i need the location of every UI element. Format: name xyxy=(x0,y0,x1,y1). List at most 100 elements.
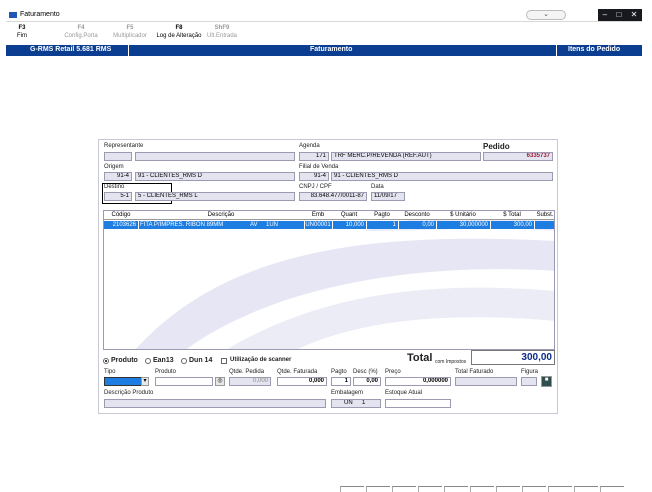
cell-desconto: 0,00 xyxy=(422,222,434,228)
cnpj-field: 83.648.477/0011-87 xyxy=(299,192,367,201)
fkey-f3-button[interactable]: F3 Fim xyxy=(6,24,38,40)
taskbar-item[interactable] xyxy=(418,486,442,492)
desc-input[interactable]: 0,00 xyxy=(353,377,381,386)
close-button[interactable]: ✕ xyxy=(631,9,638,21)
taskbar-item[interactable] xyxy=(392,486,416,492)
minimize-button[interactable]: – xyxy=(603,9,607,21)
data-label: Data xyxy=(371,184,384,190)
estoque-field xyxy=(385,399,451,408)
dun14-radio[interactable] xyxy=(181,358,187,364)
taskbar-item[interactable] xyxy=(548,486,572,492)
data-field: 11/09/17 xyxy=(371,192,405,201)
fkey-f4-button[interactable]: F4 Config.Porta xyxy=(58,24,104,40)
taskbar-item[interactable] xyxy=(574,486,598,492)
cell-descricao-av: AV xyxy=(250,222,258,228)
col-unitario[interactable]: $ Unitário xyxy=(436,211,490,220)
fkey-f8-key: F8 xyxy=(175,25,183,31)
descricao-produto-field xyxy=(104,399,326,408)
tipo-dropdown-chevron-icon[interactable]: ▾ xyxy=(141,377,149,386)
col-total[interactable]: $ Total xyxy=(490,211,534,220)
agenda-label: Agenda xyxy=(299,143,320,149)
col-pagto[interactable]: Pagto xyxy=(366,211,398,220)
qtde-faturada-input[interactable]: 0,000 xyxy=(277,377,327,386)
scanner-checkbox[interactable] xyxy=(221,358,227,364)
fkey-f8-label: Log de Alteração xyxy=(156,33,202,39)
fkey-f5-key: F5 xyxy=(126,25,134,31)
tipo-label: Tipo xyxy=(104,369,116,375)
pagto-input[interactable]: 1 xyxy=(331,377,351,386)
estoque-label: Estoque Atual xyxy=(385,390,423,396)
total-faturado-field xyxy=(455,377,517,386)
order-panel: Representante Agenda 171 TRF MERC.P/REVE… xyxy=(98,139,558,414)
fkey-f4-key: F4 xyxy=(77,25,85,31)
produto-radio[interactable] xyxy=(103,358,109,364)
scanner-checkbox-label: Utilização de scanner xyxy=(230,357,292,363)
origem-name-field: 91 - CLIENTES_RMS D xyxy=(135,172,295,181)
cell-codigo: 2103626 xyxy=(112,222,136,228)
taskbar-item[interactable] xyxy=(366,486,390,492)
cell-subst xyxy=(534,221,554,229)
fkey-f5-button[interactable]: F5 Multiplicador xyxy=(106,24,154,40)
fkey-shf9-button[interactable]: ShF9 Ult.Entrada xyxy=(202,24,242,40)
fkey-f4-label: Config.Porta xyxy=(64,33,98,39)
col-quant[interactable]: Quant xyxy=(332,211,366,220)
taskbar-strip xyxy=(6,486,642,492)
taskbar-item[interactable] xyxy=(470,486,494,492)
origem-code-field[interactable]: 91-4 xyxy=(104,172,132,181)
preco-input[interactable]: 0,000000 xyxy=(385,377,451,386)
cell-quant: 10,000 xyxy=(345,222,364,228)
divider xyxy=(556,45,557,56)
embalagem-unit: UN xyxy=(344,400,353,406)
binoculars-search-icon[interactable]: ◎ xyxy=(215,377,225,386)
divider xyxy=(138,221,139,229)
fkey-f3-key: F3 xyxy=(18,25,26,31)
preco-label: Preço xyxy=(385,369,401,375)
taskbar-item[interactable] xyxy=(340,486,364,492)
fkey-shf9-label: Ult.Entrada xyxy=(206,33,237,39)
pedido-field: 6335737 xyxy=(483,152,553,161)
app-icon xyxy=(9,12,17,18)
embalagem-label: Embalagem xyxy=(331,390,364,396)
fkey-f5-label: Multiplicador xyxy=(113,33,147,39)
fkey-f8-button[interactable]: F8 Log de Alteração xyxy=(152,24,206,40)
cell-pagto: 1 xyxy=(392,222,396,228)
module-header-bar: G-RMS Retail 5.681 RMS Faturamento Itens… xyxy=(6,45,642,56)
dun14-radio-label: Dun 14 xyxy=(189,357,213,364)
col-emb[interactable]: Emb xyxy=(304,211,332,220)
origem-label: Origem xyxy=(104,164,124,170)
window-controls: – □ ✕ xyxy=(598,9,642,21)
col-subst[interactable]: Subst. xyxy=(534,211,554,220)
taskbar-item[interactable] xyxy=(496,486,520,492)
cell-descricao: FITA P/IMPRES. RIBON 89MM xyxy=(140,222,224,228)
produto-label: Produto xyxy=(155,369,177,375)
col-descricao[interactable]: Descrição xyxy=(138,211,304,220)
fkey-shf9-key: ShF9 xyxy=(214,25,230,31)
maximize-button[interactable]: □ xyxy=(616,9,621,21)
col-desconto[interactable]: Desconto xyxy=(398,211,436,220)
representante-label: Representante xyxy=(104,143,144,149)
representante-code-field[interactable] xyxy=(104,152,132,161)
col-codigo[interactable]: Código xyxy=(104,211,138,220)
table-row[interactable]: 2103626 FITA P/IMPRES. RIBON 89MM AV 1 UN… xyxy=(104,221,554,229)
items-table[interactable]: Código Descrição Emb Quant Pagto Descont… xyxy=(103,210,555,350)
ean13-radio[interactable] xyxy=(145,358,151,364)
tipo-select[interactable] xyxy=(104,377,142,386)
agenda-code-field[interactable]: 171 xyxy=(299,152,329,161)
taskbar-item[interactable] xyxy=(522,486,546,492)
taskbar-item[interactable] xyxy=(444,486,468,492)
cell-emb: UN00001 xyxy=(305,222,331,228)
produto-radio-label: Produto xyxy=(111,357,138,364)
total-value-field: 300,00 xyxy=(471,350,555,365)
destino-code-field[interactable]: 5-1 xyxy=(104,192,132,201)
function-key-toolbar: F3 Fim F4 Config.Porta F5 Multiplicador … xyxy=(6,22,642,44)
qtde-faturada-label: Qtde. Faturada xyxy=(277,369,318,375)
save-disk-icon[interactable]: ■ xyxy=(541,376,552,387)
filial-name-field: 91 - CLIENTES_RMS D xyxy=(331,172,553,181)
cell-total: 300,00 xyxy=(513,222,532,228)
taskbar-item[interactable] xyxy=(600,486,624,492)
qtde-pedida-label: Qtde. Pedida xyxy=(229,369,265,375)
filial-code-field[interactable]: 91-4 xyxy=(299,172,329,181)
produto-input[interactable] xyxy=(155,377,213,386)
destino-label: Destino xyxy=(104,184,125,190)
chevron-down-icon[interactable]: ⌄ xyxy=(526,10,566,20)
